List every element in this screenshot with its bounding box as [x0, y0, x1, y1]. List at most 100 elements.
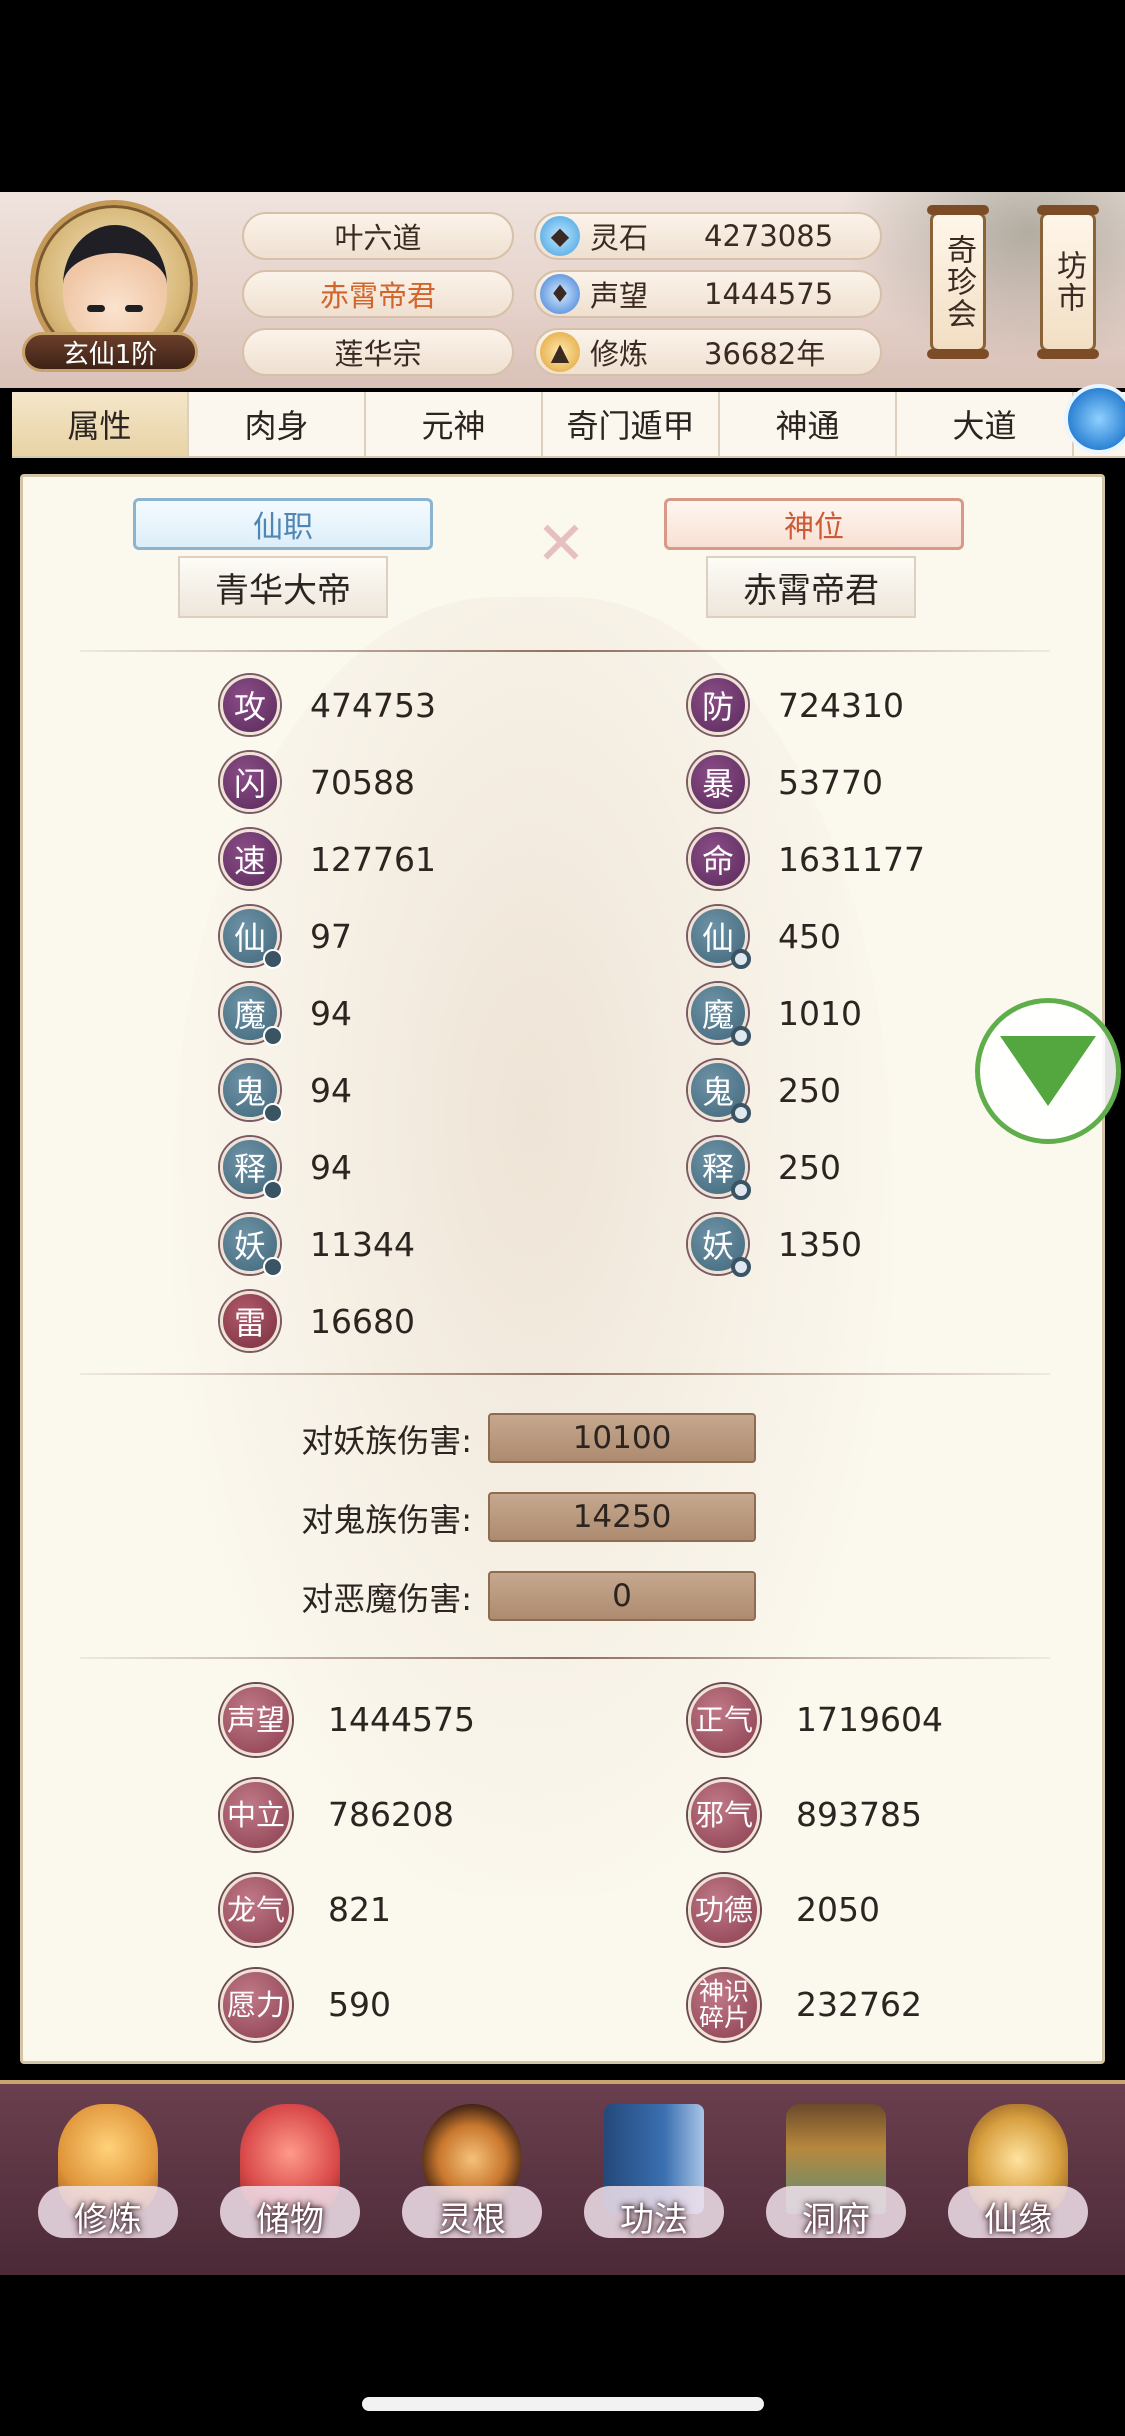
nav-label: 灵根: [438, 2200, 506, 2240]
badge-glyph: 仙: [701, 919, 734, 957]
immortal-icon: 仙: [220, 906, 283, 969]
stat-crit: 暴 53770: [688, 750, 883, 814]
stat-value: 97: [310, 916, 352, 956]
stat-immortal-atk: 仙 97: [220, 904, 352, 969]
crit-icon: 暴: [688, 752, 748, 812]
yao-icon: 妖: [220, 1214, 283, 1277]
player-sect[interactable]: 莲华宗: [242, 328, 514, 376]
nav-spirit-root[interactable]: 灵根: [392, 2104, 552, 2274]
righteous-stat-value: 1719604: [796, 1700, 943, 1739]
damage-label: 对妖族伤害:: [301, 1422, 472, 1460]
stat-defense: 防 724310: [688, 673, 904, 737]
tab-bar: 属性 肉身 元神 奇门遁甲 神通 大道: [12, 392, 1125, 458]
attack-dot-icon: [263, 1026, 283, 1046]
badge-glyph: 妖: [701, 1227, 734, 1265]
nav-cultivate[interactable]: 修炼: [28, 2104, 188, 2274]
tab-divine-power[interactable]: 神通: [720, 392, 897, 456]
divider: [80, 1373, 1050, 1375]
buddha-icon: 释: [688, 1137, 751, 1200]
home-indicator[interactable]: [362, 2397, 764, 2411]
badge-glyph: 鬼: [701, 1073, 734, 1111]
floating-assist-button[interactable]: [975, 998, 1121, 1144]
dodge-icon: 闪: [220, 752, 280, 812]
merit-stat-icon: 功德: [688, 1874, 760, 1946]
stat-value: 11344: [310, 1224, 415, 1264]
nav-label: 洞府: [802, 2200, 870, 2240]
damage-value-box: 14250: [488, 1492, 756, 1542]
nav-cave-mansion[interactable]: 洞府: [756, 2104, 916, 2274]
defense-ring-icon: [731, 1026, 751, 1046]
nav-immortal-fate[interactable]: 仙缘: [938, 2104, 1098, 2274]
market-button[interactable]: 坊市: [1037, 205, 1099, 359]
dragon-qi-stat-value: 821: [328, 1890, 391, 1929]
stat-attack: 攻 474753: [220, 673, 436, 737]
shenwei-value[interactable]: 赤霄帝君: [706, 556, 916, 618]
stat-yao-atk: 妖 11344: [220, 1212, 415, 1277]
neutral-stat-icon: 中立: [220, 1779, 292, 1851]
tab-body[interactable]: 肉身: [189, 392, 366, 456]
stat-value: 53770: [778, 762, 883, 802]
attack-icon: 攻: [220, 675, 280, 735]
damage-value-box: 0: [488, 1571, 756, 1621]
divider: [80, 1657, 1050, 1659]
stat-ghost-atk: 鬼 94: [220, 1058, 352, 1123]
avatar-face: [63, 225, 167, 345]
stat-value: 94: [310, 993, 352, 1033]
buddha-icon: 释: [220, 1137, 283, 1200]
home-area: [0, 2275, 1125, 2436]
demon-icon: 魔: [220, 983, 283, 1046]
stat-value: 250: [778, 1070, 841, 1110]
tab-great-dao[interactable]: 大道: [897, 392, 1074, 456]
stat-value: 94: [310, 1147, 352, 1187]
resource-name: 修炼: [590, 337, 649, 371]
thunder-icon: 雷: [220, 1291, 280, 1351]
attack-dot-icon: [263, 1103, 283, 1123]
prestige-stat-icon: 声望: [220, 1684, 292, 1756]
stat-value: 1010: [778, 993, 862, 1033]
speed-icon: 速: [220, 829, 280, 889]
defense-ring-icon: [731, 1180, 751, 1200]
resource-name: 声望: [590, 279, 649, 313]
vow-power-stat-value: 590: [328, 1985, 391, 2024]
player-title[interactable]: 赤霄帝君: [242, 270, 514, 318]
nav-technique[interactable]: 功法: [574, 2104, 734, 2274]
resource-name: 灵石: [590, 221, 649, 255]
player-name: 叶六道: [242, 212, 514, 260]
tab-qimen[interactable]: 奇门遁甲: [543, 392, 720, 456]
badge-glyph: 释: [233, 1150, 266, 1188]
badge-glyph: 魔: [701, 996, 734, 1034]
stat-ghost-def: 鬼 250: [688, 1058, 841, 1123]
prestige-stat-value: 1444575: [328, 1700, 475, 1739]
dragon-qi-stat-icon: 龙气: [220, 1874, 292, 1946]
green-diamond-icon: [1000, 1036, 1096, 1106]
stat-thunder: 雷 16680: [220, 1289, 415, 1353]
xianzhi-value[interactable]: 青华大帝: [178, 556, 388, 618]
stat-yao-def: 妖 1350: [688, 1212, 862, 1277]
resource-value: 1444575: [704, 277, 834, 311]
tab-attributes[interactable]: 属性: [12, 392, 189, 456]
stat-value: 94: [310, 1070, 352, 1110]
treasure-fair-button[interactable]: 奇珍会: [927, 205, 989, 359]
tab-soul[interactable]: 元神: [366, 392, 543, 456]
hp-icon: 命: [688, 829, 748, 889]
crossed-swords-icon: ✕: [535, 509, 587, 579]
nav-label: 仙缘: [984, 2200, 1052, 2240]
stat-immortal-def: 仙 450: [688, 904, 841, 969]
resource-spirit-stone[interactable]: ◆ 灵石 4273085: [534, 212, 882, 260]
attribute-panel: [20, 474, 1105, 2064]
defense-ring-icon: [731, 1257, 751, 1277]
resource-prestige[interactable]: ♦ 声望 1444575: [534, 270, 882, 318]
stat-value: 474753: [310, 685, 436, 725]
side-menu-icon[interactable]: [1064, 384, 1125, 454]
attack-dot-icon: [263, 1257, 283, 1277]
divider: [80, 650, 1050, 652]
resource-cultivation[interactable]: ▲ 修炼 36682年: [534, 328, 882, 376]
nav-storage[interactable]: 储物: [210, 2104, 370, 2274]
badge-glyph: 仙: [233, 919, 266, 957]
stat-value: 1350: [778, 1224, 862, 1264]
stat-buddha-atk: 释 94: [220, 1135, 352, 1200]
demon-icon: 魔: [688, 983, 751, 1046]
stat-value: 724310: [778, 685, 904, 725]
damage-label: 对恶魔伤害:: [301, 1580, 472, 1618]
vow-power-stat-icon: 愿力: [220, 1969, 292, 2041]
